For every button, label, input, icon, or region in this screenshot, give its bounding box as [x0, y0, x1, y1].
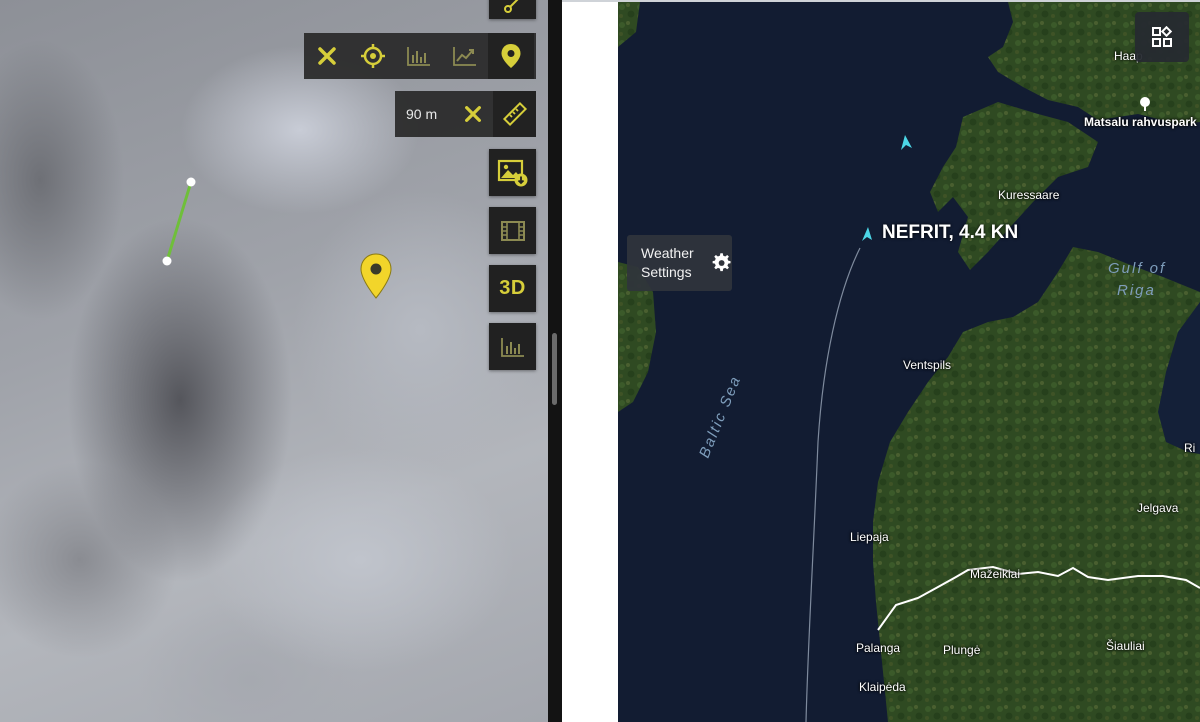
saaremaa-island — [930, 102, 1098, 270]
side-panel-edge — [562, 0, 618, 722]
map-pin-icon — [501, 44, 521, 68]
measurement-distance: 90 m — [406, 106, 438, 122]
3d-label: 3D — [499, 277, 526, 299]
place-liepaja: Liepaja — [850, 530, 889, 544]
vessel-label[interactable]: NEFRIT, 4.4 KN — [882, 222, 1018, 244]
location-pin-icon[interactable] — [359, 252, 393, 300]
close-icon — [318, 47, 336, 65]
place-ventspils: Ventspils — [903, 358, 952, 372]
analysis-toolbar — [304, 33, 536, 79]
trend-chart-icon — [453, 47, 476, 66]
3d-view-button[interactable]: 3D — [489, 265, 536, 312]
water-gulf-of-riga-line1: Gulf of — [1108, 260, 1167, 277]
place-matsalu: Matsalu rahvuspark — [1084, 115, 1197, 129]
route-icon — [503, 0, 518, 13]
bar-chart-icon — [500, 337, 524, 357]
film-icon — [500, 220, 525, 241]
toolbar-target-button[interactable] — [350, 33, 396, 79]
route-tool-button[interactable] — [489, 0, 536, 19]
toolbar-trend-button[interactable] — [442, 33, 488, 79]
ruler-icon — [502, 101, 527, 127]
place-plunge: Plungė — [943, 643, 981, 657]
clear-measurement-button[interactable] — [453, 91, 493, 137]
crosshair-icon — [361, 44, 385, 68]
latvia-lithuania-land — [873, 247, 1200, 722]
place-mazeikiai: Mažeikiai — [970, 567, 1021, 581]
statistics-button[interactable] — [489, 323, 536, 370]
download-image-button[interactable] — [489, 149, 536, 196]
place-klaipeda: Klaipėda — [859, 680, 906, 694]
place-palanga: Palanga — [856, 641, 901, 655]
weather-settings-button[interactable]: Weather Settings — [627, 235, 732, 291]
toolbar-location-button[interactable] — [488, 33, 534, 79]
close-icon — [465, 106, 482, 122]
gear-icon — [712, 253, 731, 272]
place-riga: Ri — [1184, 441, 1196, 455]
place-siauliai: Šiauliai — [1106, 639, 1145, 653]
toolbar-close-button[interactable] — [304, 33, 350, 79]
measurement-end-point[interactable] — [162, 256, 172, 266]
grid-layout-icon — [1152, 26, 1173, 47]
measurement-start-point[interactable] — [186, 177, 196, 187]
weather-label-line1: Weather — [641, 245, 694, 261]
bar-chart-icon — [407, 47, 430, 66]
place-kuressaare: Kuressaare — [998, 188, 1060, 202]
ruler-tool-button[interactable] — [493, 91, 536, 137]
vessel-nefrit-icon[interactable] — [862, 227, 872, 241]
vessel-marker-icon[interactable] — [901, 135, 912, 150]
measurement-panel: 90 m — [395, 91, 536, 137]
marine-map[interactable]: Haap Matsalu rahvuspark Kuressaare Vents… — [618, 2, 1200, 722]
split-resize-handle[interactable] — [552, 333, 557, 405]
timelapse-button[interactable] — [489, 207, 536, 254]
vessel-track — [805, 247, 861, 722]
image-download-icon — [497, 159, 527, 186]
toolbar-bar-chart-button[interactable] — [396, 33, 442, 79]
measurement-line — [165, 181, 193, 262]
layout-grid-button[interactable] — [1135, 12, 1189, 62]
northwest-land — [618, 2, 640, 47]
place-jelgava: Jelgava — [1137, 501, 1179, 515]
water-gulf-of-riga-line2: Riga — [1117, 282, 1156, 299]
weather-settings-label: Weather Settings — [627, 244, 701, 282]
weather-label-line2: Settings — [641, 264, 692, 280]
satellite-detail-view[interactable]: 90 m 3D — [0, 0, 548, 722]
